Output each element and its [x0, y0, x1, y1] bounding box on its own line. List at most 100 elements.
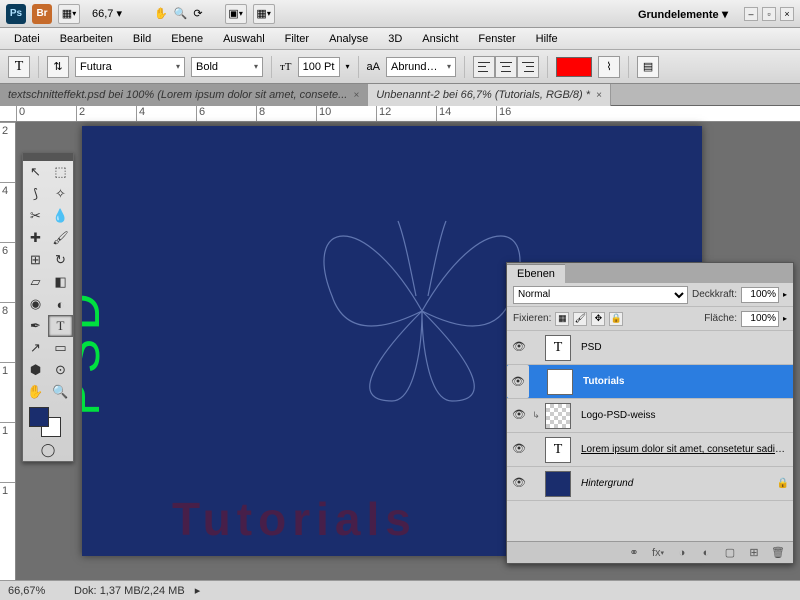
visibility-toggle[interactable]: 👁 — [511, 340, 527, 356]
layer-thumb[interactable] — [545, 471, 571, 497]
align-right-button[interactable] — [517, 56, 539, 78]
shape-tool[interactable]: ▭ — [48, 337, 73, 359]
vertical-ruler[interactable]: 2468111 — [0, 122, 16, 580]
foreground-color[interactable] — [29, 407, 49, 427]
close-icon[interactable]: × — [596, 90, 602, 101]
delete-layer-button[interactable]: 🗑 — [769, 545, 787, 561]
rotate-view-quick[interactable]: ⟳ — [193, 7, 202, 20]
arrange-dropdown[interactable]: ▦▾ — [58, 4, 80, 24]
minimize-button[interactable]: – — [744, 7, 758, 21]
hand-tool[interactable]: ✋ — [23, 381, 48, 403]
history-brush-tool[interactable]: ↻ — [48, 249, 73, 271]
zoom-tool[interactable]: 🔍 — [48, 381, 73, 403]
layer-thumb[interactable]: T — [547, 369, 573, 395]
antialias-combo[interactable]: Abrund…▾ — [386, 57, 456, 77]
lock-position-icon[interactable]: ✥ — [591, 312, 605, 326]
font-size-input[interactable] — [298, 57, 340, 77]
menu-view[interactable]: Ansicht — [414, 30, 466, 48]
layer-name[interactable]: Tutorials — [577, 376, 789, 387]
toolbox-grip[interactable] — [23, 153, 73, 161]
layer-fx-button[interactable]: fx▾ — [649, 545, 667, 561]
layer-row[interactable]: 👁 ↳ Logo-PSD-weiss — [507, 399, 793, 433]
menu-image[interactable]: Bild — [125, 30, 159, 48]
screen-mode-dropdown[interactable]: ▣▾ — [225, 4, 247, 24]
new-layer-button[interactable]: ⊞ — [745, 545, 763, 561]
color-swatches[interactable] — [23, 403, 73, 439]
workspace-switcher[interactable]: Grundelemente ▾ — [638, 7, 728, 21]
close-icon[interactable]: × — [353, 90, 359, 101]
type-tool[interactable]: T — [48, 315, 73, 337]
doc-tab-2[interactable]: Unbenannt-2 bei 66,7% (Tutorials, RGB/8)… — [368, 84, 611, 106]
link-layers-button[interactable]: ⚭ — [625, 545, 643, 561]
visibility-toggle[interactable]: 👁 — [511, 442, 527, 458]
text-color-swatch[interactable] — [556, 57, 592, 77]
menu-layer[interactable]: Ebene — [163, 30, 211, 48]
3d-tool[interactable]: ⬢ — [23, 359, 48, 381]
font-size-stepper[interactable]: ▾ — [346, 62, 350, 71]
warp-text-button[interactable]: ⌇ — [598, 56, 620, 78]
maximize-button[interactable]: ▫ — [762, 7, 776, 21]
align-left-button[interactable] — [473, 56, 495, 78]
doc-tab-1[interactable]: textschnitteffekt.psd bei 100% (Lorem ip… — [0, 84, 368, 106]
lock-pixels-icon[interactable]: 🖌 — [573, 312, 587, 326]
marquee-tool[interactable]: ⬚ — [48, 161, 73, 183]
horizontal-ruler[interactable]: 0246810121416 — [0, 106, 800, 122]
blend-mode-select[interactable]: Normal — [513, 286, 688, 304]
zoom-tool-quick[interactable]: 🔍 — [174, 7, 188, 20]
stamp-tool[interactable]: ⊞ — [23, 249, 48, 271]
font-family-combo[interactable]: Futura▾ — [75, 57, 185, 77]
lock-transparency-icon[interactable]: ▦ — [555, 312, 569, 326]
brush-tool[interactable]: 🖌 — [48, 227, 73, 249]
layer-row[interactable]: 👁 T Lorem ipsum dolor sit amet, consetet… — [507, 433, 793, 467]
layer-name[interactable]: Hintergrund — [575, 478, 773, 489]
menu-file[interactable]: Datei — [6, 30, 48, 48]
fill-input[interactable] — [741, 311, 779, 327]
quick-mask-toggle[interactable]: ◯ — [23, 439, 73, 461]
extras-dropdown[interactable]: ▦▾ — [253, 4, 275, 24]
menu-help[interactable]: Hilfe — [528, 30, 566, 48]
menu-edit[interactable]: Bearbeiten — [52, 30, 121, 48]
text-orientation-toggle[interactable]: ⇅ — [47, 56, 69, 78]
move-tool[interactable]: ↖ — [23, 161, 48, 183]
visibility-toggle[interactable]: 👁 — [511, 408, 527, 424]
layer-row[interactable]: 👁 Hintergrund 🔒 — [507, 467, 793, 501]
ps-app-icon[interactable]: Ps — [6, 4, 26, 24]
pen-tool[interactable]: ✒ — [23, 315, 48, 337]
layer-thumb[interactable]: T — [545, 437, 571, 463]
close-button[interactable]: × — [780, 7, 794, 21]
gradient-tool[interactable]: ◧ — [48, 271, 73, 293]
eraser-tool[interactable]: ▱ — [23, 271, 48, 293]
opacity-slider[interactable]: ▸ — [783, 290, 787, 299]
menu-analysis[interactable]: Analyse — [321, 30, 376, 48]
layer-thumb[interactable]: T — [545, 335, 571, 361]
adjustment-layer-button[interactable]: ◐ — [697, 545, 715, 561]
layers-panel-tab[interactable]: Ebenen — [507, 263, 793, 283]
layer-name[interactable]: PSD — [575, 342, 789, 353]
layer-row[interactable]: 👁 T Tutorials — [507, 365, 793, 399]
3d-camera-tool[interactable]: ⊙ — [48, 359, 73, 381]
layer-row[interactable]: 👁 T PSD — [507, 331, 793, 365]
eyedropper-tool[interactable]: 💧 — [48, 205, 73, 227]
visibility-toggle[interactable]: 👁 — [511, 476, 527, 492]
layer-name[interactable]: Logo-PSD-weiss — [575, 410, 789, 421]
fill-slider[interactable]: ▸ — [783, 314, 787, 323]
menu-select[interactable]: Auswahl — [215, 30, 273, 48]
menu-window[interactable]: Fenster — [470, 30, 523, 48]
path-select-tool[interactable]: ↗ — [23, 337, 48, 359]
healing-tool[interactable]: ✚ — [23, 227, 48, 249]
font-weight-combo[interactable]: Bold▾ — [191, 57, 263, 77]
layer-mask-button[interactable]: ◑ — [673, 545, 691, 561]
opacity-input[interactable] — [741, 287, 779, 303]
group-button[interactable]: ▢ — [721, 545, 739, 561]
bridge-icon[interactable]: Br — [32, 4, 52, 24]
lasso-tool[interactable]: ⟆ — [23, 183, 48, 205]
visibility-toggle[interactable]: 👁 — [507, 365, 529, 398]
status-menu-arrow[interactable]: ▸ — [195, 584, 201, 597]
zoom-level-input[interactable]: 66,67% — [8, 585, 64, 597]
layer-thumb[interactable] — [545, 403, 571, 429]
crop-tool[interactable]: ✂ — [23, 205, 48, 227]
lock-all-icon[interactable]: 🔒 — [609, 312, 623, 326]
blur-tool[interactable]: ◉ — [23, 293, 48, 315]
dodge-tool[interactable]: ◐ — [48, 293, 73, 315]
quick-select-tool[interactable]: ✧ — [48, 183, 73, 205]
